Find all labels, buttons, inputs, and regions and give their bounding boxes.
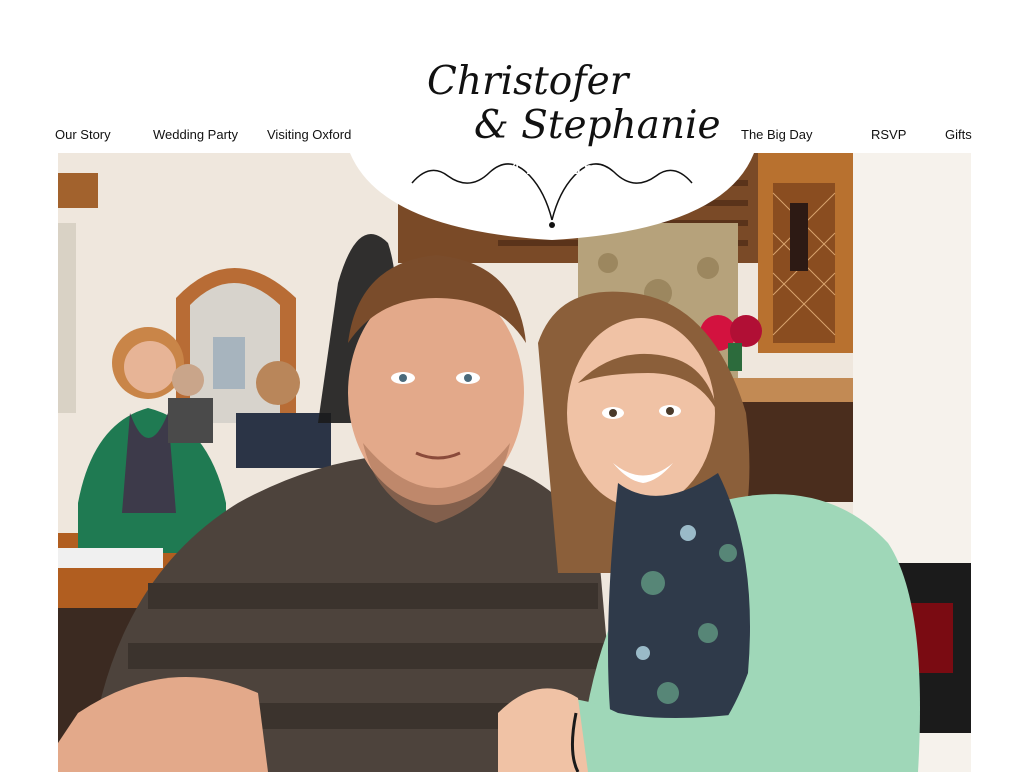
hero-photo-illustration bbox=[58, 153, 971, 772]
nav-visiting-oxford-link[interactable]: Visiting Oxford bbox=[267, 127, 351, 142]
nav-rsvp-link[interactable]: RSVP bbox=[871, 127, 906, 142]
doorway-window bbox=[213, 337, 245, 389]
hero-photo bbox=[58, 153, 971, 772]
nav-wedding-party-link[interactable]: Wedding Party bbox=[153, 127, 238, 142]
couple-names-line-2: & Stephanie bbox=[474, 103, 721, 148]
wine-bottle bbox=[790, 203, 808, 271]
wedding-date: 4.18.2015 bbox=[509, 158, 595, 179]
nav-the-big-day-link[interactable]: The Big Day bbox=[741, 127, 813, 142]
nav-our-story-link[interactable]: Our Story bbox=[55, 127, 111, 142]
nav-gifts-link[interactable]: Gifts bbox=[945, 127, 972, 142]
couple-names-line-1: Christofer bbox=[427, 59, 629, 104]
